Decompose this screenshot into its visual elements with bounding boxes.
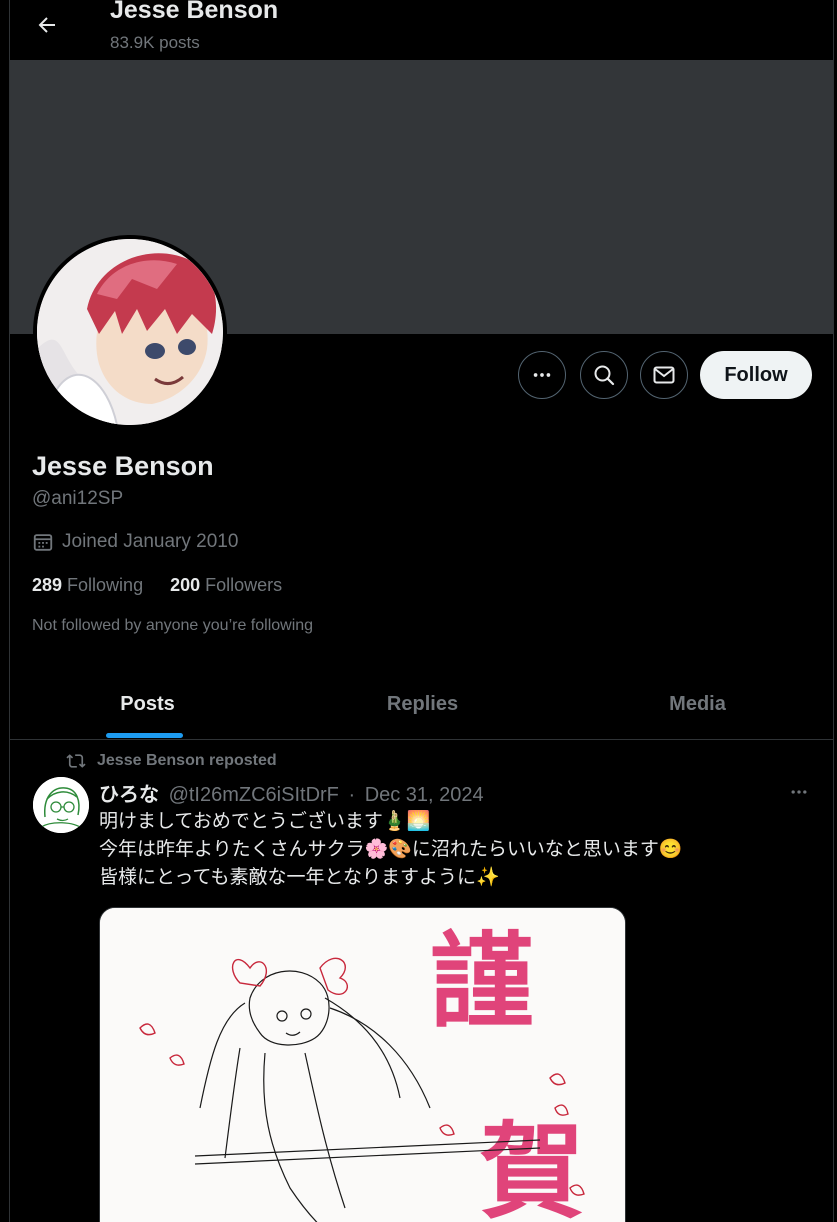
post-separator: · <box>348 784 356 806</box>
profile-tabs: Posts Replies Media <box>10 670 833 740</box>
more-horizontal-icon <box>791 790 807 794</box>
message-button[interactable] <box>640 351 688 399</box>
follow-stats: 289 Following 200 Followers <box>32 575 304 596</box>
post-text-line: 今年は昨年よりたくさんサクラ🌸🎨に沼れたらいいなと思います😊 <box>99 839 683 860</box>
post-author-name[interactable]: ひろな <box>99 784 159 806</box>
following-count: 289 <box>32 575 63 595</box>
following-label: Following <box>67 575 144 595</box>
post-more-button[interactable] <box>786 781 812 803</box>
header-post-count: 83.9K posts <box>110 33 200 52</box>
post-text: 明けましておめでとうございます🎍🌅 今年は昨年よりたくさんサクラ🌸🎨に沼れたらい… <box>99 808 799 892</box>
post-author-avatar[interactable] <box>33 777 89 833</box>
image-glyph: 賀 <box>480 1110 584 1222</box>
more-horizontal-icon <box>533 373 551 377</box>
joined-text: Joined January 2010 <box>62 531 239 552</box>
post-image[interactable]: 謹 賀 <box>99 907 626 1222</box>
tab-replies[interactable]: Replies <box>285 670 560 739</box>
tab-posts-label: Posts <box>120 693 175 715</box>
followers-count: 200 <box>170 575 201 595</box>
follow-button[interactable]: Follow <box>700 351 812 399</box>
profile-avatar[interactable] <box>33 235 227 429</box>
active-tab-indicator <box>106 733 183 738</box>
header-name: Jesse Benson <box>110 0 279 24</box>
calendar-icon <box>33 534 53 551</box>
avatar-image <box>37 239 223 425</box>
search-icon <box>594 365 615 386</box>
repost-icon <box>66 754 86 768</box>
not-followed-note: Not followed by anyone you’re following <box>32 617 314 634</box>
envelope-icon <box>653 366 675 384</box>
tab-replies-label: Replies <box>386 693 459 715</box>
following-link[interactable]: 289 Following <box>32 575 143 596</box>
followers-label: Followers <box>205 575 283 595</box>
search-button[interactable] <box>580 351 628 399</box>
repost-indicator[interactable]: Jesse Benson reposted <box>65 751 277 771</box>
tab-media-label: Media <box>669 693 726 715</box>
more-button[interactable] <box>518 351 566 399</box>
profile-handle: @ani12SP <box>32 488 124 509</box>
arrow-left-icon <box>38 17 55 33</box>
post-date[interactable]: Dec 31, 2024 <box>365 784 484 806</box>
post-header: ひろな @tI26mZC6iSItDrF · Dec 31, 2024 <box>99 778 484 807</box>
followers-link[interactable]: 200 Followers <box>170 575 282 596</box>
joined-date: Joined January 2010 <box>32 531 238 553</box>
top-bar: Jesse Benson 83.9K posts <box>10 0 833 60</box>
image-glyph: 謹 <box>430 920 534 1043</box>
post-author-handle[interactable]: @tI26mZC6iSItDrF <box>169 784 339 806</box>
tab-posts[interactable]: Posts <box>10 670 285 739</box>
post-text-line: 皆様にとっても素敵な一年となりますように✨ <box>99 867 500 888</box>
repost-text: Jesse Benson reposted <box>97 752 277 769</box>
post-text-line: 明けましておめでとうございます🎍🌅 <box>99 811 431 832</box>
profile-column: Jesse Benson 83.9K posts Follow Jesse Be… <box>9 0 834 1222</box>
profile-name: Jesse Benson <box>32 451 214 481</box>
back-button[interactable] <box>30 8 64 42</box>
tab-media[interactable]: Media <box>560 670 833 739</box>
